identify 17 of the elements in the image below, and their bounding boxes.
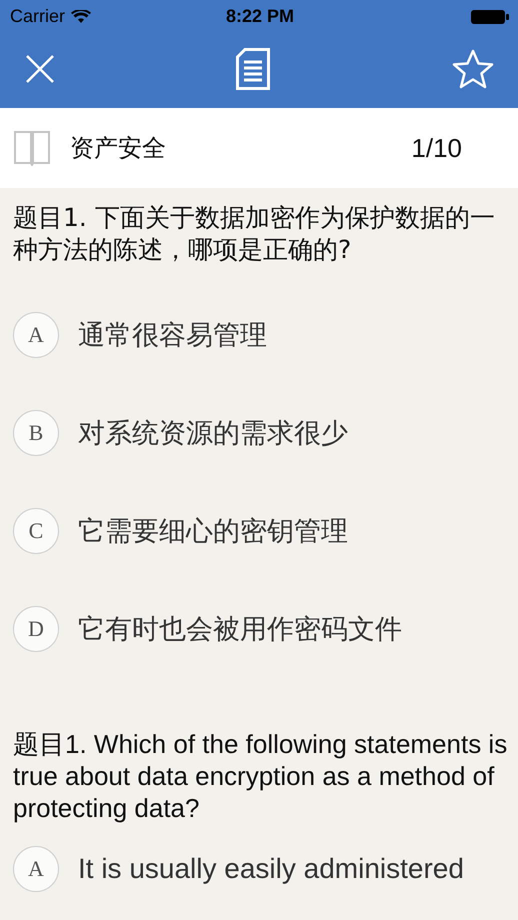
carrier-name: Carrier [10, 6, 66, 27]
star-icon[interactable] [452, 48, 494, 88]
category-title: 资产安全 [70, 133, 167, 164]
document-icon[interactable] [236, 48, 270, 90]
close-icon[interactable] [26, 54, 54, 82]
battery-icon [470, 8, 510, 24]
question-text: 题目1. 下面关于数据加密作为保护数据的一种方法的陈述，哪项是正确的? [13, 202, 496, 266]
question-counter: 1/10 [411, 132, 462, 164]
answer-option[interactable]: D 它有时也会被用作密码文件 [13, 580, 508, 678]
answer-option[interactable]: A It is usually easily administered [13, 834, 508, 904]
wifi-icon [71, 10, 92, 24]
answer-option[interactable]: B 对系统资源的需求很少 [13, 384, 508, 482]
answer-option[interactable]: A 通常很容易管理 [13, 286, 508, 384]
question-text: 题目1. Which of the following statements is true about data encryption as a method of protecting data? [13, 728, 508, 824]
status-time: 8:22 PM [226, 6, 294, 27]
book-icon [14, 130, 50, 166]
answer-option[interactable]: C 它需要细心的密钥管理 [13, 482, 508, 580]
